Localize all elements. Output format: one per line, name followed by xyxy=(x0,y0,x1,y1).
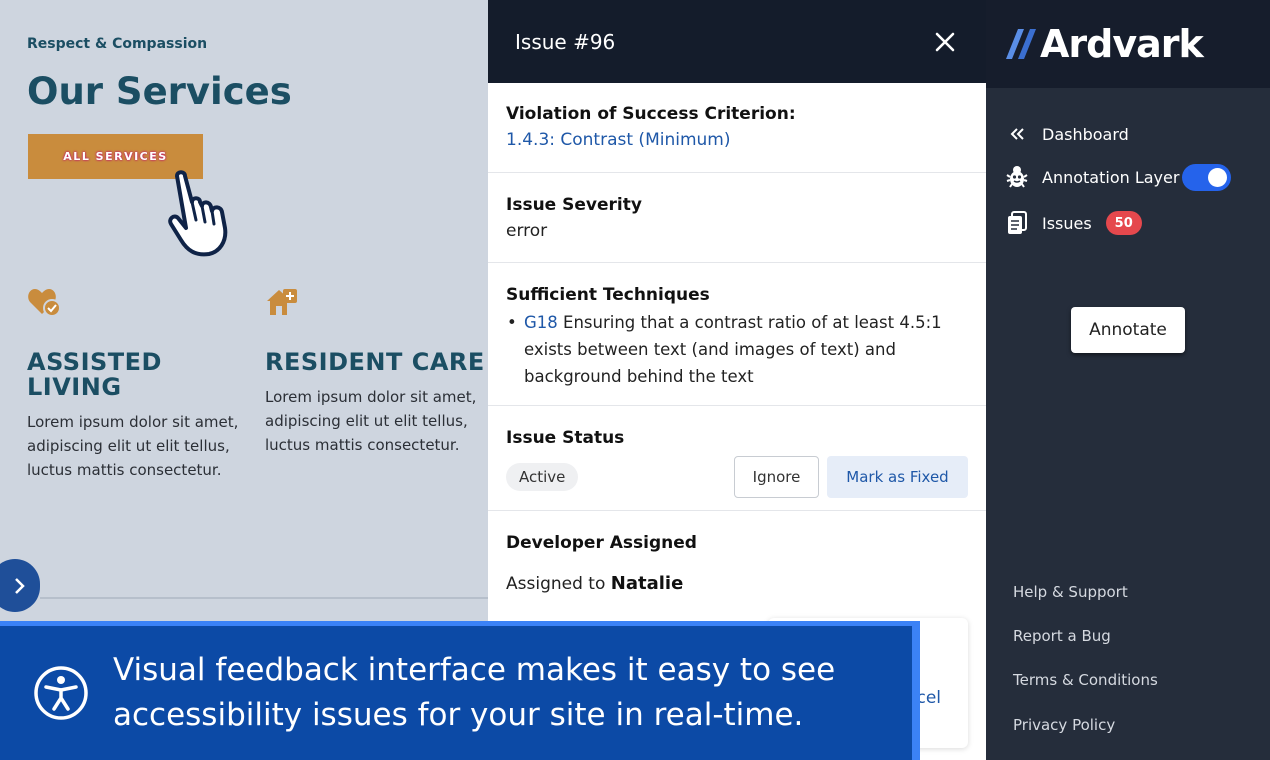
bug-icon xyxy=(1006,166,1028,188)
sidebar-item-label: Issues xyxy=(1042,213,1092,233)
brand-logo: Ardvark xyxy=(986,0,1270,88)
hand-pointer-icon xyxy=(168,170,228,257)
annotate-button[interactable]: Annotate xyxy=(1071,307,1185,353)
techniques-list: G18 Ensuring that a contrast ratio of at… xyxy=(506,309,968,390)
heart-check-icon xyxy=(28,289,61,317)
assignee-name: Natalie xyxy=(610,573,684,594)
severity-value: error xyxy=(506,221,548,241)
divider xyxy=(40,597,490,599)
severity-section: Issue Severity error xyxy=(488,173,986,263)
service-assisted-living: ASSISTED LIVING Lorem ipsum dolor sit am… xyxy=(27,287,247,482)
status-badge: Active xyxy=(506,463,579,491)
techniques-section: Sufficient Techniques G18 Ensuring that … xyxy=(488,263,986,406)
privacy-link[interactable]: Privacy Policy xyxy=(1013,716,1115,734)
help-support-link[interactable]: Help & Support xyxy=(1013,583,1128,601)
violation-link[interactable]: 1.4.3: Contrast (Minimum) xyxy=(506,130,968,150)
all-services-label: ALL SERVICES xyxy=(63,150,168,163)
cancel-link[interactable]: cel xyxy=(916,688,941,708)
report-bug-link[interactable]: Report a Bug xyxy=(1013,627,1111,645)
logo-mark-icon xyxy=(1006,29,1036,59)
developer-label: Developer Assigned xyxy=(506,533,697,553)
assigned-text: Assigned to Natalie xyxy=(506,573,968,594)
sidebar-item-dashboard[interactable]: Dashboard xyxy=(1006,123,1129,145)
technique-text: Ensuring that a contrast ratio of at lea… xyxy=(524,313,942,386)
assigned-prefix: Assigned to xyxy=(506,574,611,594)
techniques-label: Sufficient Techniques xyxy=(506,285,710,305)
banner-text: Visual feedback interface makes it easy … xyxy=(113,652,836,733)
terms-link[interactable]: Terms & Conditions xyxy=(1013,671,1158,689)
violation-label: Violation of Success Criterion: xyxy=(506,104,796,124)
expand-button[interactable] xyxy=(0,559,40,612)
ignore-button[interactable]: Ignore xyxy=(734,456,819,498)
clipboard-list-icon xyxy=(1008,211,1027,234)
issues-count-badge: 50 xyxy=(1105,211,1142,235)
sidebar-item-label: Annotation Layer xyxy=(1042,167,1180,187)
issue-title: Issue #96 xyxy=(515,29,616,54)
chevrons-left-icon xyxy=(1010,128,1024,140)
accessibility-icon xyxy=(34,666,88,720)
service-resident-care: RESIDENT CARE Lorem ipsum dolor sit amet… xyxy=(265,287,485,457)
mark-fixed-button[interactable]: Mark as Fixed xyxy=(827,456,968,498)
technique-link[interactable]: G18 xyxy=(524,313,558,332)
service-title: RESIDENT CARE xyxy=(265,348,485,376)
house-plus-icon xyxy=(267,289,297,315)
ardvark-sidebar: Ardvark Dashboard Annotation Layer Issue… xyxy=(986,0,1270,760)
developer-section: Developer Assigned Assigned to Natalie xyxy=(488,511,986,594)
panel-header: Issue #96 xyxy=(488,0,986,83)
status-label: Issue Status xyxy=(506,428,625,448)
violation-section: Violation of Success Criterion: 1.4.3: C… xyxy=(488,83,986,173)
list-item: G18 Ensuring that a contrast ratio of at… xyxy=(506,309,968,390)
sidebar-item-issues[interactable]: Issues 50 xyxy=(1006,211,1142,235)
sidebar-item-annotation-layer[interactable]: Annotation Layer xyxy=(1006,166,1179,188)
service-body: Lorem ipsum dolor sit amet, adipiscing e… xyxy=(27,413,239,479)
service-body: Lorem ipsum dolor sit amet, adipiscing e… xyxy=(265,388,477,454)
site-title: Our Services xyxy=(27,70,292,113)
close-icon[interactable] xyxy=(934,31,956,53)
service-title: ASSISTED LIVING xyxy=(27,348,162,401)
site-eyebrow: Respect & Compassion xyxy=(27,36,208,52)
chevron-right-icon xyxy=(15,577,25,594)
annotation-layer-toggle[interactable] xyxy=(1182,164,1231,191)
brand-name: Ardvark xyxy=(1040,22,1204,66)
sidebar-item-label: Dashboard xyxy=(1042,124,1129,144)
feature-banner: Visual feedback interface makes it easy … xyxy=(0,621,920,760)
status-section: Issue Status Active Ignore Mark as Fixed xyxy=(488,406,986,511)
severity-label: Issue Severity xyxy=(506,195,642,215)
